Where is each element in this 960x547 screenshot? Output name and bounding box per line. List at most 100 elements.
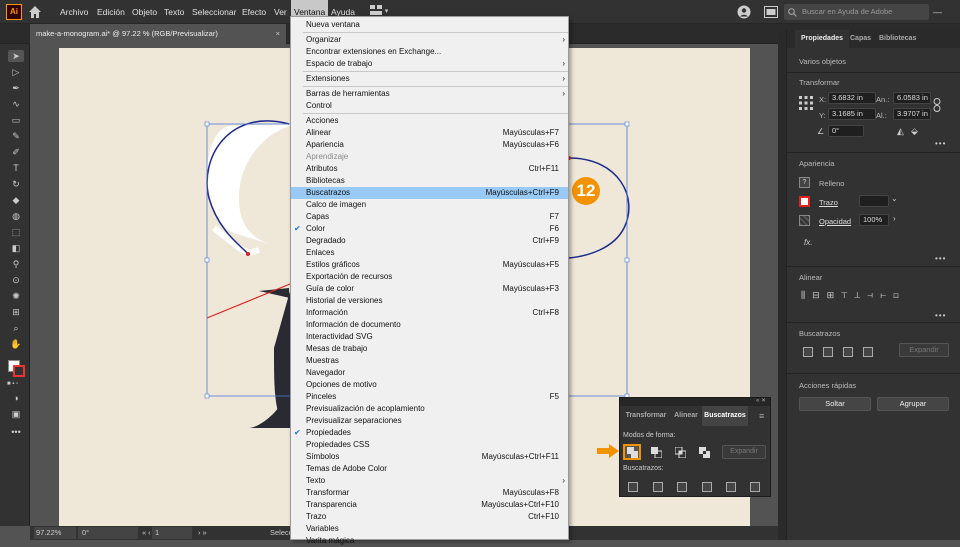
blend-tool-icon[interactable]: ⊙ bbox=[8, 274, 24, 286]
menu-item-navegador[interactable]: Navegador bbox=[291, 367, 568, 379]
menu-item-encontrar-extensiones-en-exchange[interactable]: Encontrar extensiones en Exchange... bbox=[291, 46, 568, 58]
menu-efecto[interactable]: Efecto bbox=[239, 0, 269, 24]
menu-item-trazo[interactable]: Trazo Ctrl+F10 bbox=[291, 511, 568, 523]
shape-builder-tool-icon[interactable]: ◍ bbox=[8, 210, 24, 222]
menu-item-variables[interactable]: Variables bbox=[291, 523, 568, 535]
outline-icon[interactable] bbox=[726, 482, 736, 492]
minus-front-icon[interactable] bbox=[823, 347, 833, 357]
rotation-field[interactable]: 0° bbox=[78, 527, 138, 539]
panel-menu-icon[interactable]: ≡ bbox=[759, 411, 764, 421]
eraser-tool-icon[interactable]: ◆ bbox=[8, 194, 24, 206]
trim-icon[interactable] bbox=[653, 482, 663, 492]
menu-item-calco-de-imagen[interactable]: Calco de imagen bbox=[291, 199, 568, 211]
menu-item-nueva-ventana[interactable]: Nueva ventana bbox=[291, 19, 568, 31]
more-tools-icon[interactable]: ••• bbox=[8, 426, 24, 438]
menu-edicion[interactable]: Edición bbox=[94, 0, 128, 24]
menu-item-informacion-de-documento[interactable]: Información de documento bbox=[291, 319, 568, 331]
crop-icon[interactable] bbox=[702, 482, 712, 492]
constrain-proportions-icon[interactable] bbox=[932, 98, 942, 112]
menu-item-opciones-de-motivo[interactable]: Opciones de motivo bbox=[291, 379, 568, 391]
menu-item-enlaces[interactable]: Enlaces bbox=[291, 247, 568, 259]
zoom-tool-icon[interactable]: ⌕ bbox=[8, 322, 24, 334]
paintbrush-tool-icon[interactable]: ✎ bbox=[8, 130, 24, 142]
menu-item-degradado[interactable]: Degradado Ctrl+F9 bbox=[291, 235, 568, 247]
stroke-swatch[interactable] bbox=[13, 365, 25, 377]
menu-item-simbolos[interactable]: Símbolos Mayúsculas+Ctrl+F11 bbox=[291, 451, 568, 463]
menu-item-historial-de-versiones[interactable]: Historial de versiones bbox=[291, 295, 568, 307]
menu-item-color[interactable]: Color F6 ✔ bbox=[291, 223, 568, 235]
release-button[interactable]: Soltar bbox=[799, 397, 871, 411]
fx-effects-icon[interactable]: fx. bbox=[804, 238, 812, 247]
pen-tool-icon[interactable]: ✒ bbox=[8, 82, 24, 94]
angle-field[interactable]: 0° bbox=[828, 125, 864, 137]
arrange-documents-icon[interactable] bbox=[764, 6, 778, 18]
screen-mode-icon[interactable]: ▣ bbox=[8, 408, 24, 420]
free-transform-tool-icon[interactable]: ⬚ bbox=[8, 226, 24, 238]
exclude-icon[interactable] bbox=[699, 447, 710, 458]
menu-item-control[interactable]: Control bbox=[291, 100, 568, 112]
menu-item-propiedades-css[interactable]: Propiedades CSS bbox=[291, 439, 568, 451]
menu-objeto[interactable]: Objeto bbox=[129, 0, 160, 24]
type-tool-icon[interactable]: T bbox=[8, 162, 24, 174]
menu-item-guia-de-color[interactable]: Guía de color Mayúsculas+F3 bbox=[291, 283, 568, 295]
menu-item-transparencia[interactable]: Transparencia Mayúsculas+Ctrl+F10 bbox=[291, 499, 568, 511]
color-mode-icons[interactable]: ■ ▪ ▫ bbox=[7, 381, 23, 389]
menu-item-acciones[interactable]: Acciones bbox=[291, 115, 568, 127]
minus-front-icon[interactable] bbox=[651, 447, 662, 458]
more-options-icon[interactable]: ••• bbox=[935, 139, 946, 148]
gradient-tool-icon[interactable]: ◧ bbox=[8, 242, 24, 254]
menu-item-buscatrazos[interactable]: Buscatrazos Mayúsculas+Ctrl+F9 bbox=[291, 187, 568, 199]
menu-texto[interactable]: Texto bbox=[161, 0, 187, 24]
direct-selection-tool-icon[interactable]: ▷ bbox=[8, 66, 24, 78]
artboard-number[interactable]: 1 bbox=[152, 527, 192, 539]
menu-item-texto[interactable]: Texto › bbox=[291, 475, 568, 487]
hand-tool-icon[interactable]: ✋ bbox=[8, 338, 24, 350]
chevron-down-icon[interactable]: ⌄ bbox=[891, 194, 898, 203]
x-field[interactable]: 3.6832 in bbox=[828, 92, 876, 104]
merge-icon[interactable] bbox=[677, 482, 687, 492]
width-field[interactable]: 6.0583 in bbox=[893, 92, 931, 104]
menu-item-pinceles[interactable]: Pinceles F5 bbox=[291, 391, 568, 403]
menu-item-previsualizar-separaciones[interactable]: Previsualizar separaciones bbox=[291, 415, 568, 427]
home-icon[interactable] bbox=[28, 5, 42, 19]
draw-mode-icon[interactable]: ◑ bbox=[8, 392, 24, 404]
unite-button[interactable] bbox=[623, 444, 641, 460]
minimize-icon[interactable]: — bbox=[933, 7, 942, 17]
menu-item-organizar[interactable]: Organizar › bbox=[291, 34, 568, 46]
align-buttons[interactable]: ⫼⊟⊞⊤⊥⊣⊢⊡ bbox=[801, 290, 951, 304]
zoom-level[interactable]: 97.22% bbox=[34, 527, 76, 539]
symbol-sprayer-tool-icon[interactable]: ✺ bbox=[8, 290, 24, 302]
menu-item-extensiones[interactable]: Extensiones › bbox=[291, 73, 568, 85]
stroke-weight-field[interactable] bbox=[859, 195, 889, 207]
more-options-icon[interactable]: ••• bbox=[935, 311, 946, 320]
intersect-icon[interactable] bbox=[843, 347, 853, 357]
intersect-icon[interactable] bbox=[675, 447, 686, 458]
opacity-field[interactable]: 100% bbox=[859, 214, 889, 226]
eyedropper-tool-icon[interactable]: ⚲ bbox=[8, 258, 24, 270]
menu-item-alinear[interactable]: Alinear Mayúsculas+F7 bbox=[291, 127, 568, 139]
reference-point-icon[interactable] bbox=[799, 96, 813, 110]
menu-item-mesas-de-trabajo[interactable]: Mesas de trabajo bbox=[291, 343, 568, 355]
unite-icon[interactable] bbox=[803, 347, 813, 357]
tab-capas[interactable]: Capas bbox=[847, 30, 874, 48]
user-account-icon[interactable] bbox=[737, 5, 751, 19]
artboard-tool-icon[interactable]: ⊞ bbox=[8, 306, 24, 318]
document-tab[interactable]: make-a-monogram.ai* @ 97.22 % (RGB/Previ… bbox=[30, 24, 286, 44]
exclude-icon[interactable] bbox=[863, 347, 873, 357]
tab-transformar[interactable]: Transformar bbox=[622, 406, 670, 426]
collapse-panel-icon[interactable]: « ✕ bbox=[756, 397, 766, 404]
tab-bibliotecas[interactable]: Bibliotecas bbox=[876, 30, 919, 48]
expand-button[interactable]: Expandir bbox=[722, 445, 766, 459]
group-button[interactable]: Agrupar bbox=[877, 397, 949, 411]
menu-item-barras-de-herramientas[interactable]: Barras de herramientas › bbox=[291, 88, 568, 100]
divide-icon[interactable] bbox=[628, 482, 638, 492]
close-tab-icon[interactable]: × bbox=[276, 24, 280, 44]
chevron-right-icon[interactable]: › bbox=[893, 214, 896, 223]
menu-item-temas-de-adobe-color[interactable]: Temas de Adobe Color bbox=[291, 463, 568, 475]
menu-item-varita-magica[interactable]: Varita mágica bbox=[291, 535, 568, 547]
pencil-tool-icon[interactable]: ✐ bbox=[8, 146, 24, 158]
minus-back-icon[interactable] bbox=[750, 482, 760, 492]
panel-title-bar[interactable] bbox=[620, 398, 770, 406]
rotate-tool-icon[interactable]: ↻ bbox=[8, 178, 24, 190]
menu-item-apariencia[interactable]: Apariencia Mayúsculas+F6 bbox=[291, 139, 568, 151]
